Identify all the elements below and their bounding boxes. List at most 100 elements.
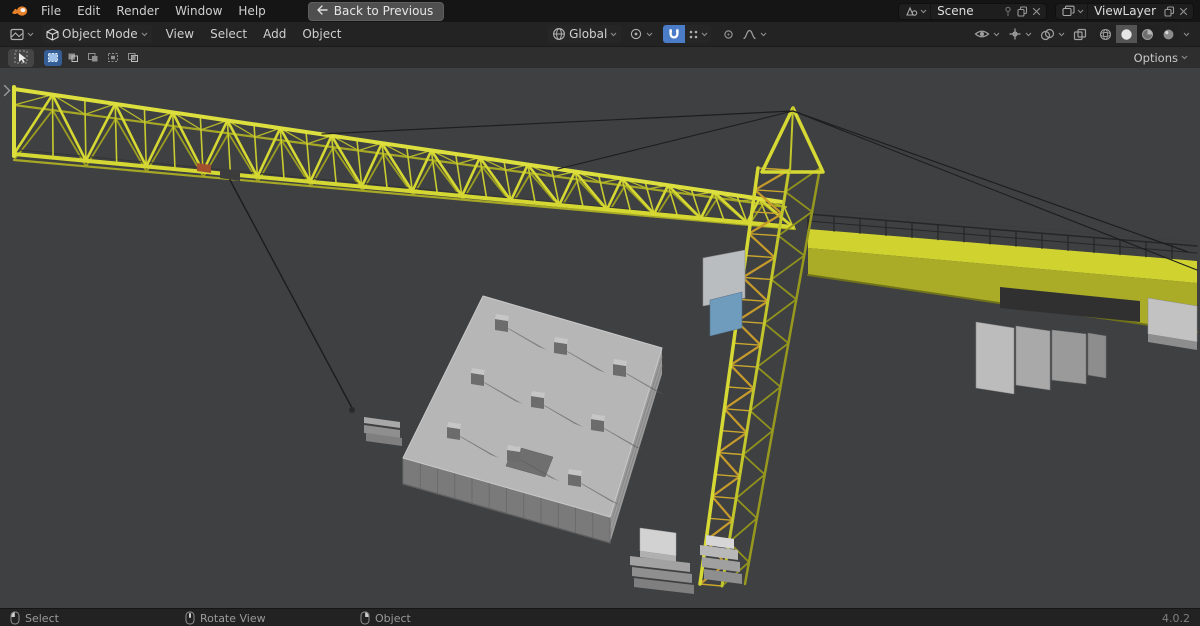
snap-toggle[interactable] <box>663 25 686 43</box>
select-mode-group <box>44 49 142 66</box>
select-mode-set-button[interactable] <box>44 49 62 66</box>
mouse-right-icon <box>360 611 370 625</box>
blender-version: 4.0.2 <box>1162 611 1190 625</box>
chevron-down-icon <box>1058 32 1065 36</box>
proportional-editing-icon <box>724 29 734 39</box>
shading-material-button[interactable] <box>1137 25 1158 43</box>
mode-label: Object Mode <box>62 27 138 41</box>
status-hint-label: Select <box>25 611 59 625</box>
close-icon[interactable] <box>1177 7 1190 16</box>
blender-logo-icon <box>12 6 28 16</box>
gizmos-dropdown[interactable] <box>1004 25 1036 43</box>
select-mode-invert-button[interactable] <box>104 50 122 66</box>
viewlayer-icon <box>1062 5 1075 17</box>
select-box-cursor-icon <box>14 50 27 64</box>
menu-select[interactable]: Select <box>202 25 255 43</box>
close-icon[interactable] <box>1030 7 1043 16</box>
pivot-point-selector[interactable] <box>625 25 657 43</box>
shading-modes <box>1095 25 1179 43</box>
status-hint-label: Rotate View <box>200 611 266 625</box>
counterweight <box>975 321 1107 395</box>
rendered-sphere-icon <box>1163 29 1174 39</box>
hoist-cable <box>229 179 355 413</box>
chevron-down-icon <box>141 32 147 36</box>
concrete-building <box>402 295 665 544</box>
falloff-selector[interactable] <box>738 25 771 43</box>
back-icon <box>317 5 328 15</box>
editor-type-button[interactable] <box>6 25 38 43</box>
xray-toggle[interactable] <box>1069 25 1091 43</box>
viewlayer-name[interactable]: ViewLayer <box>1088 4 1162 18</box>
visibility-dropdown[interactable] <box>970 25 1004 43</box>
shading-solid-button[interactable] <box>1116 25 1137 43</box>
active-tool-select-box-button[interactable] <box>8 48 34 67</box>
menu-file[interactable]: File <box>33 2 69 20</box>
chevron-down-icon <box>993 32 1000 36</box>
shading-dropdown[interactable] <box>1179 25 1194 43</box>
back-to-previous-button[interactable]: Back to Previous <box>307 1 445 21</box>
toolbar-expand-arrow[interactable] <box>2 84 14 98</box>
menu-render[interactable]: Render <box>108 2 167 20</box>
viewport-header: Object Mode View Select Add Object Globa… <box>0 22 1200 47</box>
viewport-3d[interactable] <box>0 68 1200 608</box>
mode-selector[interactable]: Object Mode <box>42 25 152 43</box>
gizmo-icon <box>1009 28 1021 40</box>
scene-selector: Scene <box>898 2 1048 20</box>
orientation-selector[interactable]: Global <box>548 25 622 43</box>
solid-sphere-icon <box>1121 28 1132 40</box>
scene-name[interactable]: Scene <box>931 4 1001 18</box>
chevron-down-icon <box>701 32 708 36</box>
options-dropdown[interactable]: Options <box>1130 49 1192 67</box>
new-scene-button[interactable] <box>1015 5 1030 17</box>
mouse-middle-icon <box>185 611 195 625</box>
menu-view[interactable]: View <box>158 25 202 43</box>
status-hint-object: Object <box>360 611 411 625</box>
eye-icon <box>974 30 990 38</box>
globe-icon <box>553 28 566 40</box>
select-mode-subtract-button[interactable] <box>84 50 102 66</box>
chevron-down-icon <box>1077 9 1084 13</box>
select-mode-extend-button[interactable] <box>64 50 82 66</box>
material-sphere-icon <box>1142 28 1153 40</box>
wireframe-sphere-icon <box>1099 28 1112 40</box>
shading-wireframe-button[interactable] <box>1095 25 1116 43</box>
pin-icon[interactable] <box>1001 6 1015 17</box>
xray-icon <box>1073 28 1087 40</box>
viewport-3d-scene[interactable] <box>0 68 1200 608</box>
new-viewlayer-button[interactable] <box>1162 5 1177 17</box>
crane-tower <box>698 106 825 588</box>
crane-jib <box>12 85 797 231</box>
orientation-label: Global <box>569 27 608 41</box>
menu-object[interactable]: Object <box>294 25 349 43</box>
blender-menu-button[interactable] <box>6 5 33 17</box>
object-mode-icon <box>46 27 59 41</box>
select-mode-intersect-button[interactable] <box>124 50 142 66</box>
scene-browse-button[interactable] <box>902 3 932 19</box>
chevron-down-icon <box>760 32 767 36</box>
back-to-previous-label: Back to Previous <box>333 3 434 18</box>
chevron-down-icon <box>1181 55 1188 60</box>
mouse-left-icon <box>10 611 20 625</box>
scene-icon <box>906 6 918 16</box>
overlays-dropdown[interactable] <box>1036 25 1069 43</box>
proportional-editing-toggle[interactable] <box>719 25 738 43</box>
status-hint-rotate-view: Rotate View <box>185 611 266 625</box>
chevron-down-icon <box>610 32 617 36</box>
shading-rendered-button[interactable] <box>1158 25 1179 43</box>
blender-window: File Edit Render Window Help Back to Pre… <box>0 0 1200 626</box>
menu-help[interactable]: Help <box>230 2 273 20</box>
topbar: File Edit Render Window Help Back to Pre… <box>0 0 1200 22</box>
menu-add[interactable]: Add <box>255 25 294 43</box>
tool-settings-bar: Options <box>0 47 1200 68</box>
overlays-icon <box>1040 28 1055 40</box>
chevron-down-icon <box>920 9 927 13</box>
snap-settings-dropdown[interactable] <box>685 25 712 43</box>
menu-edit[interactable]: Edit <box>69 2 108 20</box>
menu-window[interactable]: Window <box>167 2 230 20</box>
chevron-down-icon <box>1183 32 1190 36</box>
options-label: Options <box>1133 50 1178 65</box>
viewport-editor-icon <box>10 28 24 40</box>
snapping-group <box>663 25 712 43</box>
viewlayer-browse-button[interactable] <box>1059 3 1089 19</box>
status-hint-select: Select <box>10 611 59 625</box>
